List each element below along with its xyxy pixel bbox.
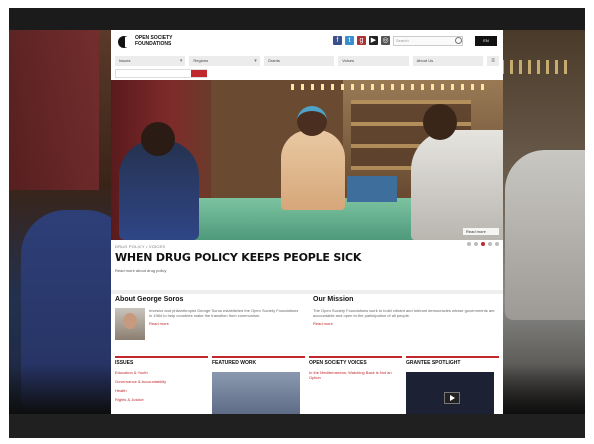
chevron-down-icon: ▾	[179, 58, 183, 64]
grantee-spotlight-column: GRANTEE SPOTLIGHT	[406, 356, 499, 414]
twitter-icon[interactable]: t	[345, 36, 354, 45]
nav-item-issues[interactable]: Issues ▾	[115, 56, 186, 66]
carousel-dot[interactable]	[467, 242, 471, 246]
hero-image[interactable]: Read more	[111, 80, 503, 240]
hero-person-left	[119, 122, 199, 240]
about-read-more-link[interactable]: Read more	[149, 321, 299, 326]
story-link[interactable]: Read more about drug policy	[115, 268, 499, 273]
search-input[interactable]: Search	[393, 36, 463, 46]
social-links: f t g ▶ ◎	[333, 36, 390, 45]
carousel-dot-active[interactable]	[481, 242, 485, 246]
nav-item-about[interactable]: About Us	[412, 56, 484, 66]
voices-column: OPEN SOCIETY VOICES In the Mediterranean…	[309, 356, 402, 414]
about-section: About George Soros Investor and philanth…	[115, 296, 301, 356]
about-title: About George Soros	[115, 296, 184, 303]
play-icon[interactable]	[444, 392, 460, 404]
carousel-dot[interactable]	[474, 242, 478, 246]
language-button[interactable]: EN	[475, 36, 497, 46]
hero-story: DRUG POLICY • VOICES WHEN DRUG POLICY KE…	[115, 244, 499, 284]
mission-section: Our Mission The Open Society Foundations…	[313, 296, 499, 356]
site-header: OPEN SOCIETY FOUNDATIONS f t g ▶ ◎ Searc…	[111, 30, 503, 54]
issue-link[interactable]: Governance & Accountability	[115, 379, 208, 384]
carousel-dot[interactable]	[495, 242, 499, 246]
issue-link[interactable]: Education & Youth	[115, 370, 208, 375]
menu-icon[interactable]: ≡	[487, 56, 500, 66]
issue-link[interactable]: Rights & Justice	[115, 397, 208, 402]
instagram-icon[interactable]: ◎	[381, 36, 390, 45]
section-divider	[111, 290, 503, 294]
search-icon[interactable]	[455, 37, 462, 44]
featured-work-image[interactable]	[212, 372, 300, 414]
featured-work-column: FEATURED WORK	[212, 356, 305, 414]
nav-item-grants[interactable]: Grants	[263, 56, 335, 66]
story-headline[interactable]: WHEN DRUG POLICY KEEPS PEOPLE SICK	[115, 251, 499, 264]
logo-text[interactable]: OPEN SOCIETY FOUNDATIONS	[135, 35, 185, 47]
feature-columns: ISSUES Education & Youth Governance & Ac…	[115, 356, 499, 414]
google-plus-icon[interactable]: g	[357, 36, 366, 45]
issues-column: ISSUES Education & Youth Governance & Ac…	[115, 356, 208, 414]
column-title: ISSUES	[115, 360, 134, 366]
video-stage: OPEN SOCIETY FOUNDATIONS f t g ▶ ◎ Searc…	[9, 8, 585, 438]
carousel-dot[interactable]	[488, 242, 492, 246]
screenshot-frame: OPEN SOCIETY FOUNDATIONS f t g ▶ ◎ Searc…	[0, 0, 594, 444]
column-title: GRANTEE SPOTLIGHT	[406, 360, 461, 366]
facebook-icon[interactable]: f	[333, 36, 342, 45]
mission-body: The Open Society Foundations work to bui…	[313, 308, 495, 318]
background-person-right	[505, 150, 585, 320]
nav-item-voices[interactable]: Voices	[338, 56, 409, 66]
mission-read-more-link[interactable]: Read more	[313, 321, 497, 326]
mission-title: Our Mission	[313, 296, 354, 303]
portrait-image	[115, 308, 145, 340]
website-page: OPEN SOCIETY FOUNDATIONS f t g ▶ ◎ Searc…	[111, 30, 503, 414]
column-title: FEATURED WORK	[212, 360, 257, 366]
main-nav: Issues ▾ Regions ▾ Grants Voices About Us …	[111, 56, 503, 66]
issue-link[interactable]: Health	[115, 388, 208, 393]
column-title: OPEN SOCIETY VOICES	[309, 360, 367, 366]
logo-icon[interactable]	[117, 35, 133, 49]
hero-person-right	[411, 104, 503, 240]
top-letterbox	[9, 8, 585, 30]
about-body: Investor and philanthropist George Soros…	[149, 308, 299, 318]
chevron-down-icon: ▾	[254, 58, 257, 64]
story-kicker: DRUG POLICY • VOICES	[115, 244, 166, 249]
carousel-dots	[467, 242, 499, 246]
spotlight-video[interactable]	[406, 372, 494, 414]
youtube-icon[interactable]: ▶	[369, 36, 378, 45]
hero-person-center	[281, 106, 345, 210]
signup-button[interactable]	[191, 70, 207, 77]
hero-caption[interactable]: Read more	[463, 228, 499, 235]
voices-article-link[interactable]: In the Mediterranean, Watching Back is N…	[309, 370, 402, 380]
bottom-letterbox	[9, 414, 585, 438]
nav-item-regions[interactable]: Regions ▾	[189, 56, 260, 66]
